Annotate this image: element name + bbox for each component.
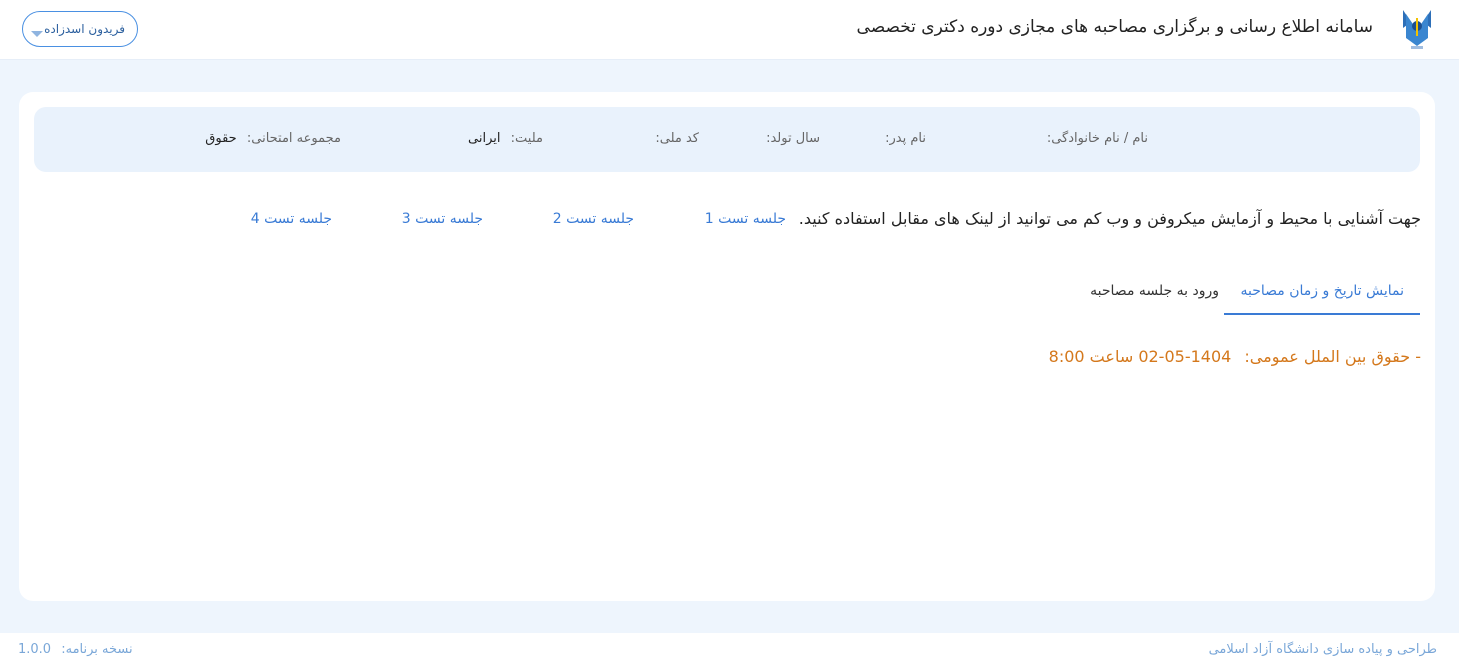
tab-bar: نمایش تاریخ و زمان مصاحبه ورود به جلسه م… [34,269,1420,316]
intro-text: جهت آشنایی با محیط و آزمایش میکروفن و وب… [798,209,1421,228]
exam-group-field: مجموعه امتحانی: حقوق [205,131,341,146]
test-session-link-3[interactable]: جلسه تست 3 [402,211,483,227]
version-label: نسخه برنامه: [61,642,133,657]
test-session-link-4[interactable]: جلسه تست 4 [251,211,332,227]
chevron-down-icon [30,24,44,37]
test-session-link-2[interactable]: جلسه تست 2 [553,211,634,227]
university-logo-icon [1403,8,1431,50]
father-name-field: نام پدر: [885,131,926,146]
national-code-field: کد ملی: [655,131,699,146]
tab-interview-schedule[interactable]: نمایش تاریخ و زمان مصاحبه [1224,269,1420,315]
birth-year-field: سال تولد: [766,131,820,146]
tab-enter-interview[interactable]: ورود به جلسه مصاحبه [1074,269,1235,315]
user-menu-button[interactable]: فریدون اسدزاده [22,11,138,47]
app-version: نسخه برنامه: 1.0.0 [18,642,133,657]
app-title: سامانه اطلاع رسانی و برگزاری مصاحبه های … [856,17,1373,37]
user-name: فریدون اسدزاده [44,22,125,36]
footer: طراحی و پیاده سازی دانشگاه آزاد اسلامی ن… [0,633,1459,668]
candidate-info-strip: نام / نام خانوادگی: نام پدر: سال تولد: ک… [34,107,1420,172]
schedule-datetime: 1404-05-02 ساعت 8:00 [1048,347,1232,366]
nationality-field: ملیت: ایرانی [468,131,543,146]
top-header: سامانه اطلاع رسانی و برگزاری مصاحبه های … [0,0,1459,60]
full-name-field: نام / نام خانوادگی: [1046,131,1148,146]
version-value: 1.0.0 [18,642,52,657]
main-card: نام / نام خانوادگی: نام پدر: سال تولد: ک… [19,92,1435,601]
schedule-subject: - حقوق بین الملل عمومی: [1244,347,1421,366]
test-session-link-1[interactable]: جلسه تست 1 [705,211,786,227]
footer-credit: طراحی و پیاده سازی دانشگاه آزاد اسلامی [1208,642,1437,657]
interview-schedule-item: - حقوق بین الملل عمومی: 1404-05-02 ساعت … [1049,347,1421,366]
